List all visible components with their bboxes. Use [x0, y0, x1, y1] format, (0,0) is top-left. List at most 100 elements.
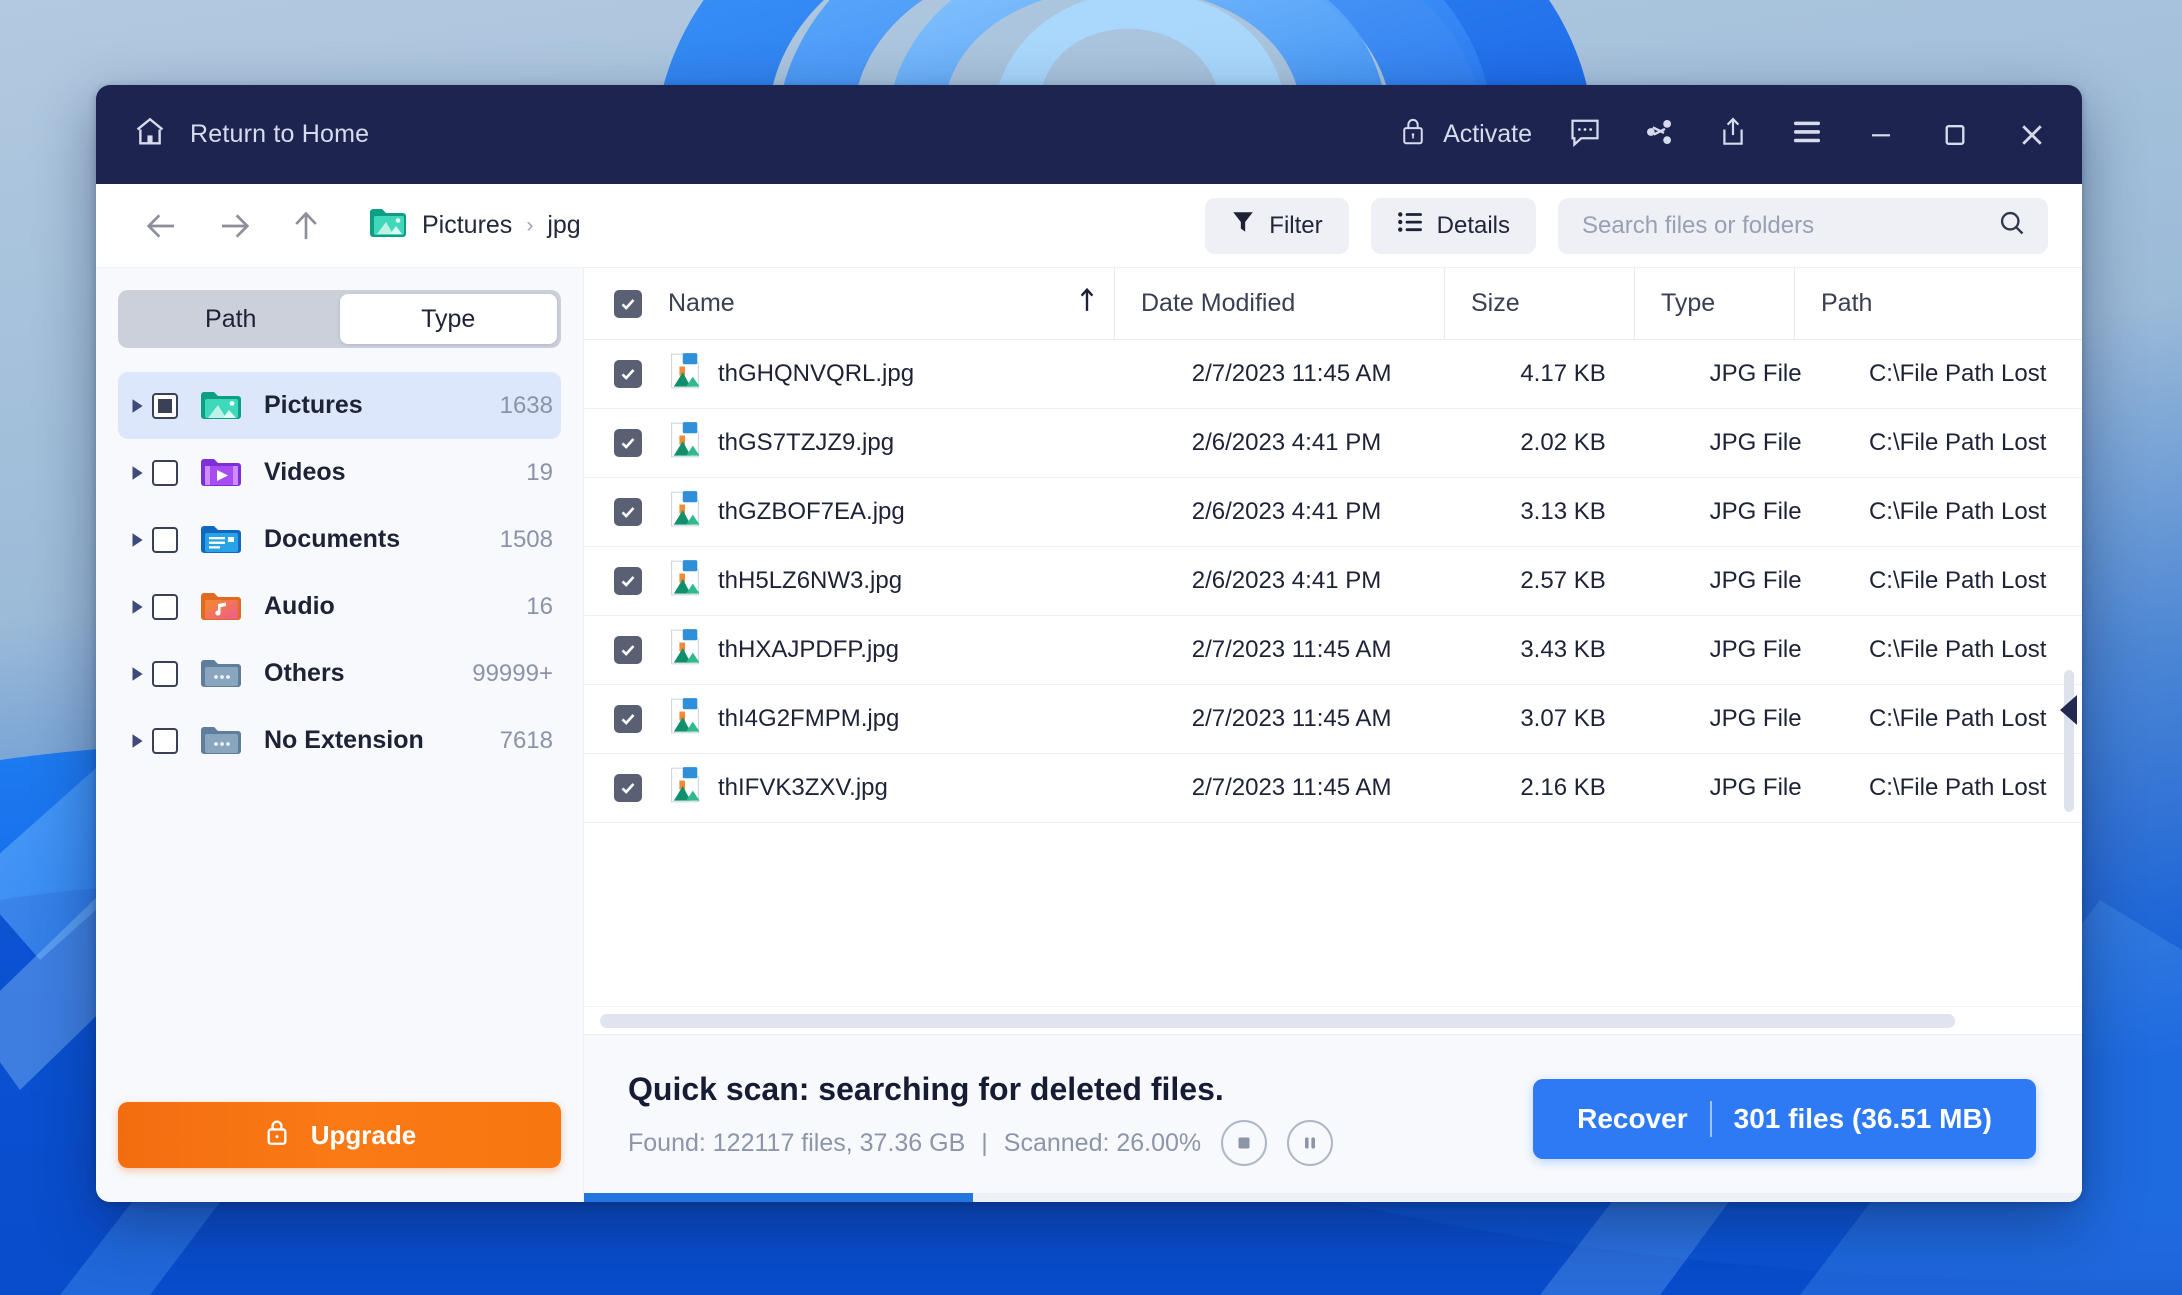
- search-icon[interactable]: [1998, 209, 2026, 242]
- segment-path[interactable]: Path: [122, 294, 340, 344]
- file-size: 3.13 KB: [1520, 498, 1606, 525]
- tree-label-pictures: Pictures: [264, 391, 363, 419]
- videos-folder-icon: [200, 456, 242, 490]
- search-input[interactable]: [1582, 211, 1998, 240]
- file-path: C:\File Path Lost: [1868, 705, 2047, 732]
- upgrade-button[interactable]: Upgrade: [118, 1102, 561, 1168]
- tree-item-videos[interactable]: Videos 19: [118, 439, 561, 506]
- jpg-file-icon: [668, 421, 702, 466]
- row-checkbox[interactable]: [614, 567, 642, 595]
- expand-caret-icon[interactable]: [122, 464, 152, 482]
- row-checkbox[interactable]: [614, 498, 642, 526]
- app-window: Return to Home Activate Pictures › jpg F…: [96, 85, 2082, 1202]
- pause-scan-button[interactable]: [1287, 1120, 1334, 1166]
- breadcrumb-item-pictures[interactable]: Pictures: [422, 211, 512, 240]
- category-tree: Pictures 1638 Videos 19 Documents 1508 A…: [118, 372, 561, 1102]
- jpg-file-icon: [668, 559, 702, 604]
- table-row[interactable]: thHXAJPDFP.jpg 2/7/2023 11:45 AM 3.43 KB…: [584, 616, 2082, 685]
- tree-checkbox-videos[interactable]: [152, 459, 178, 486]
- forward-button[interactable]: [198, 196, 270, 256]
- tree-label-videos: Videos: [264, 458, 346, 486]
- lock-icon: [1399, 115, 1427, 154]
- search-box[interactable]: [1558, 197, 2048, 254]
- file-size: 2.16 KB: [1520, 774, 1606, 801]
- row-checkbox[interactable]: [614, 429, 642, 457]
- column-header-type[interactable]: Type: [1634, 268, 1794, 339]
- tree-checkbox-pictures[interactable]: [152, 392, 178, 419]
- tree-item-pictures[interactable]: Pictures 1638: [118, 372, 561, 439]
- back-button[interactable]: [126, 196, 198, 256]
- jpg-file-icon: [668, 490, 702, 535]
- window-body: Path Type Pictures 1638 Videos 19 Docume…: [96, 268, 2082, 1202]
- status-bar: Quick scan: searching for deleted files.…: [584, 1034, 2082, 1202]
- feedback-button[interactable]: [1548, 85, 1622, 184]
- expand-caret-icon[interactable]: [122, 598, 152, 616]
- status-separator: |: [981, 1128, 988, 1157]
- filter-button[interactable]: Filter: [1205, 197, 1349, 254]
- column-header-name[interactable]: Name: [614, 268, 1114, 339]
- details-button[interactable]: Details: [1370, 197, 1536, 254]
- tree-checkbox-audio[interactable]: [152, 593, 178, 620]
- expand-caret-icon[interactable]: [122, 531, 152, 549]
- export-button[interactable]: [1696, 85, 1770, 184]
- activate-button[interactable]: Activate: [1399, 85, 1548, 184]
- column-header-date-modified[interactable]: Date Modified: [1114, 268, 1444, 339]
- chevron-right-icon: ›: [526, 213, 534, 237]
- tree-count-documents: 1508: [499, 525, 553, 553]
- tree-checkbox-documents[interactable]: [152, 526, 178, 553]
- recover-detail: 301 files (36.51 MB): [1733, 1102, 1992, 1134]
- expand-caret-icon[interactable]: [122, 397, 152, 415]
- select-all-checkbox[interactable]: [614, 289, 642, 318]
- row-checkbox[interactable]: [614, 774, 642, 802]
- return-to-home-button[interactable]: Return to Home: [132, 115, 369, 154]
- file-path: C:\File Path Lost: [1868, 636, 2047, 663]
- documents-folder-icon: [200, 523, 242, 557]
- scanned-text: Scanned: 26.00%: [1003, 1128, 1202, 1157]
- hamburger-menu-button[interactable]: [1770, 85, 1844, 184]
- maximize-button[interactable]: [1918, 85, 1992, 184]
- feedback-icon: [1568, 117, 1602, 152]
- tree-item-no-extension[interactable]: No Extension 7618: [118, 707, 561, 774]
- row-checkbox[interactable]: [614, 360, 642, 388]
- horizontal-scrollbar-thumb[interactable]: [600, 1013, 1955, 1028]
- row-checkbox[interactable]: [614, 705, 642, 733]
- file-path: C:\File Path Lost: [1868, 429, 2047, 456]
- table-row[interactable]: thH5LZ6NW3.jpg 2/6/2023 4:41 PM 2.57 KB …: [584, 547, 2082, 616]
- sort-ascending-icon[interactable]: [1078, 287, 1114, 320]
- path-type-segmented-control: Path Type: [118, 290, 561, 348]
- expand-caret-icon[interactable]: [122, 732, 152, 750]
- file-type: JPG File: [1709, 774, 1802, 801]
- table-row[interactable]: thGHQNVQRL.jpg 2/7/2023 11:45 AM 4.17 KB…: [584, 340, 2082, 409]
- stop-scan-button[interactable]: [1221, 1120, 1268, 1166]
- horizontal-scrollbar[interactable]: [584, 1006, 2082, 1034]
- tree-item-others[interactable]: Others 99999+: [118, 640, 561, 707]
- close-button[interactable]: [1992, 85, 2072, 184]
- up-button[interactable]: [270, 196, 342, 256]
- tree-checkbox-others[interactable]: [152, 660, 178, 687]
- file-path: C:\File Path Lost: [1868, 567, 2047, 594]
- home-icon: [132, 115, 168, 154]
- table-row[interactable]: thGS7TZJZ9.jpg 2/6/2023 4:41 PM 2.02 KB …: [584, 409, 2082, 478]
- breadcrumb-item-jpg[interactable]: jpg: [547, 211, 580, 240]
- found-text: Found: 122117 files, 37.36 GB: [628, 1128, 966, 1157]
- minimize-button[interactable]: [1844, 85, 1918, 184]
- column-header-path[interactable]: Path: [1794, 268, 2034, 339]
- tree-item-documents[interactable]: Documents 1508: [118, 506, 561, 573]
- row-checkbox[interactable]: [614, 636, 642, 664]
- file-size: 2.57 KB: [1520, 567, 1606, 594]
- tree-checkbox-no-extension[interactable]: [152, 727, 178, 754]
- table-row[interactable]: thGZBOF7EA.jpg 2/6/2023 4:41 PM 3.13 KB …: [584, 478, 2082, 547]
- recover-button[interactable]: Recover 301 files (36.51 MB): [1533, 1078, 2036, 1159]
- tree-item-audio[interactable]: Audio 16: [118, 573, 561, 640]
- file-type: JPG File: [1709, 567, 1802, 594]
- file-size: 4.17 KB: [1520, 360, 1606, 387]
- preview-panel-toggle[interactable]: [2056, 690, 2082, 730]
- file-name: thH5LZ6NW3.jpg: [718, 567, 903, 594]
- segment-type[interactable]: Type: [339, 294, 557, 344]
- file-list-area: Name Date Modified Size Type Path thGHQN…: [584, 268, 2082, 1202]
- column-header-size[interactable]: Size: [1444, 268, 1634, 339]
- table-row[interactable]: thIFVK3ZXV.jpg 2/7/2023 11:45 AM 2.16 KB…: [584, 754, 2082, 823]
- expand-caret-icon[interactable]: [122, 665, 152, 683]
- share-button[interactable]: [1622, 85, 1696, 184]
- table-row[interactable]: thI4G2FMPM.jpg 2/7/2023 11:45 AM 3.07 KB…: [584, 685, 2082, 754]
